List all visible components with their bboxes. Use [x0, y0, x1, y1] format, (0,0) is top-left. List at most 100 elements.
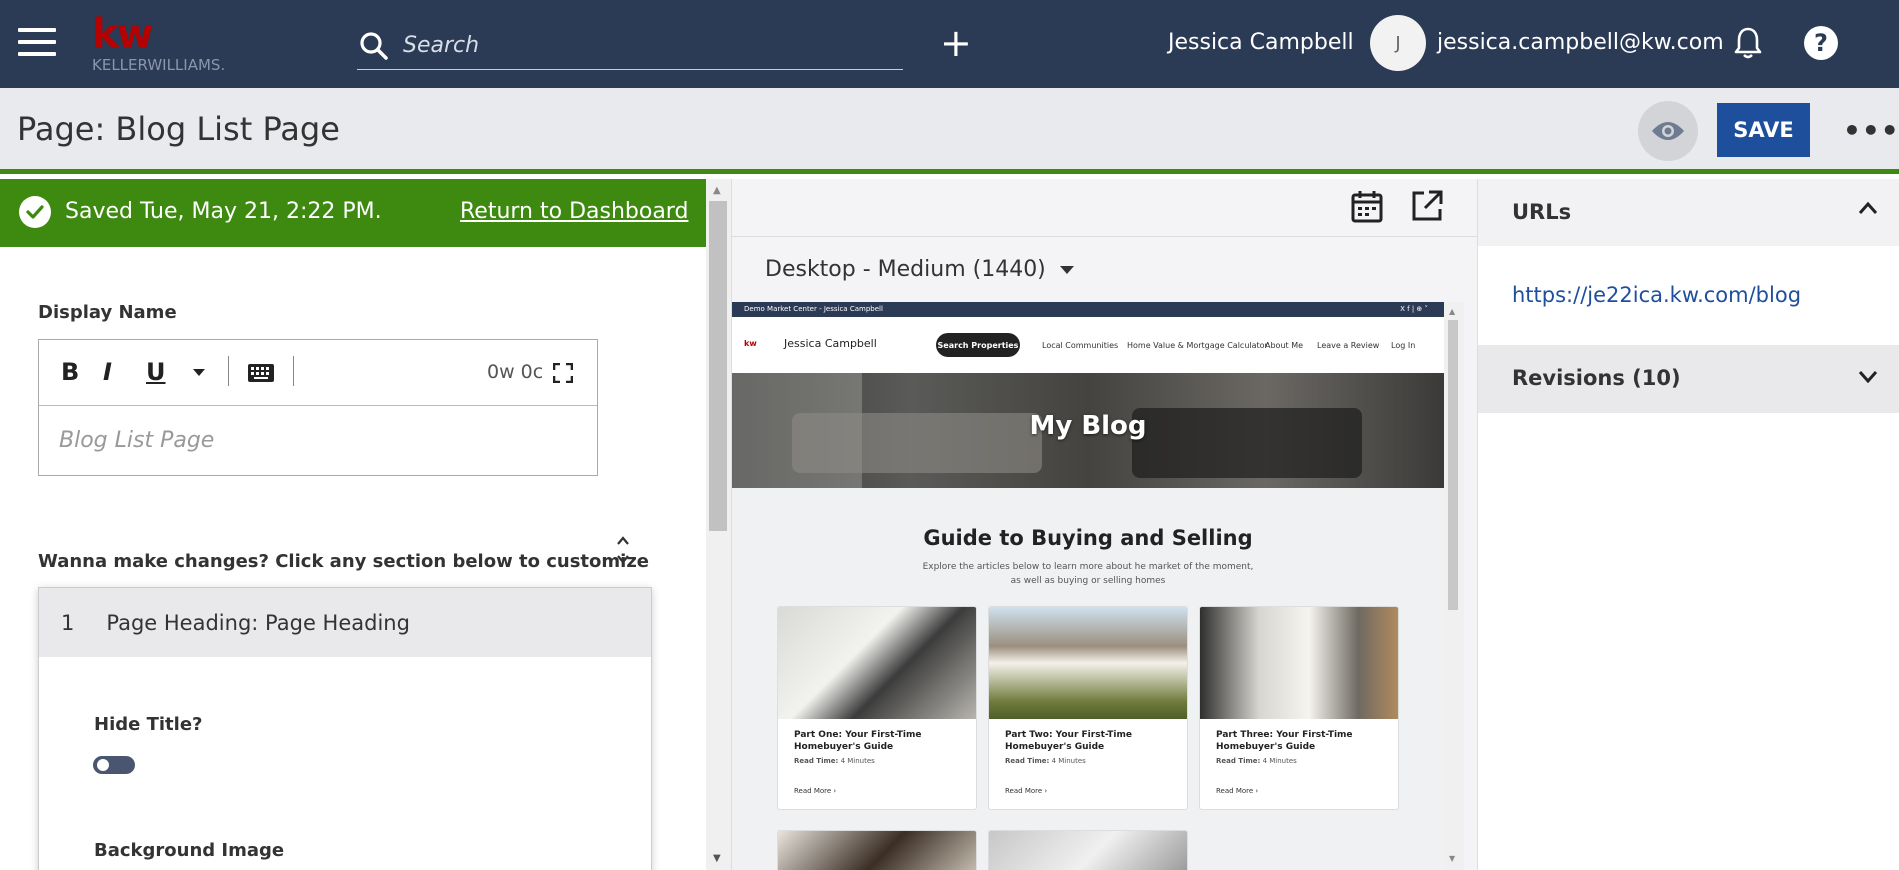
user-email[interactable]: jessica.campbell@kw.com: [1437, 30, 1724, 55]
scrollbar-thumb[interactable]: [1448, 320, 1458, 610]
scroll-up-icon[interactable]: ▲: [713, 185, 721, 196]
blog-card-image: [778, 607, 976, 719]
blog-card-read-more[interactable]: Read More ›: [1216, 787, 1258, 795]
scroll-up-icon[interactable]: ▲: [1449, 307, 1455, 316]
blog-card-read-time: Read Time: 4 Minutes: [778, 753, 976, 765]
preview-nav-link[interactable]: Leave a Review: [1317, 341, 1379, 350]
italic-button[interactable]: I: [103, 358, 112, 386]
viewport-label: Desktop - Medium (1440): [765, 257, 1046, 282]
search-icon: [360, 31, 388, 60]
display-name-editor: B I U 0w 0c Blog List Page: [38, 339, 598, 476]
preview-strip-text: Demo Market Center - Jessica Campbell: [744, 305, 883, 313]
preview-guide-title: Guide to Buying and Selling: [923, 526, 1253, 550]
blog-card[interactable]: Part One: Your First-Time Homebuyer's Gu…: [777, 606, 977, 810]
top-navbar: kw KELLERWILLIAMS. + Jessica Campbell J …: [0, 0, 1899, 88]
preview-logo: kw: [744, 339, 757, 348]
hamburger-menu-icon[interactable]: [18, 28, 56, 58]
bell-icon[interactable]: [1733, 26, 1763, 60]
preview-nav-link[interactable]: Home Value & Mortgage Calculator: [1127, 341, 1268, 350]
preview-top-strip: Demo Market Center - Jessica Campbell X …: [732, 302, 1444, 317]
toolbar-divider: [228, 356, 229, 386]
hide-title-toggle[interactable]: [93, 756, 135, 774]
preview-guide-description: Explore the articles below to learn more…: [922, 562, 1254, 586]
scroll-down-icon[interactable]: ▼: [1449, 854, 1455, 863]
chevron-down-icon: [1858, 371, 1878, 383]
urls-label: URLs: [1512, 200, 1572, 224]
search-bar[interactable]: [357, 22, 903, 70]
revisions-label: Revisions (10): [1512, 366, 1681, 390]
background-image-label: Background Image: [94, 840, 285, 861]
read-time-value: 4 Minutes: [1262, 757, 1297, 765]
scrollbar-thumb[interactable]: [709, 201, 727, 531]
preview-hero-title: My Blog: [1029, 411, 1147, 441]
section-name: Page Heading: Page Heading: [106, 610, 410, 635]
fullscreen-icon[interactable]: [553, 363, 573, 383]
display-name-label: Display Name: [38, 302, 177, 323]
blog-card-read-time: Read Time: 4 Minutes: [1200, 753, 1398, 765]
save-button[interactable]: SAVE: [1717, 103, 1810, 157]
right-info-panel: URLs https://je22ica.kw.com/blog Revisio…: [1477, 179, 1899, 870]
return-to-dashboard-link[interactable]: Return to Dashboard: [460, 199, 688, 224]
preview-nav-link[interactable]: Local Communities: [1042, 341, 1118, 350]
search-input[interactable]: [403, 33, 863, 58]
read-time-label: Read Time:: [1216, 757, 1261, 765]
preview-nav-link[interactable]: About Me: [1265, 341, 1303, 350]
urls-accordion-header[interactable]: URLs: [1478, 179, 1899, 246]
blog-card[interactable]: Part Three: Your First-Time Homebuyer's …: [1199, 606, 1399, 810]
preview-nav-link[interactable]: Log In: [1391, 341, 1415, 350]
blog-card-image: [989, 607, 1187, 719]
chevron-up-icon: [1858, 201, 1878, 214]
preview-hero: My Blog: [732, 373, 1444, 488]
display-name-input[interactable]: Blog List Page: [39, 406, 597, 475]
page-url-link[interactable]: https://je22ica.kw.com/blog: [1512, 283, 1801, 307]
toolbar-divider: [293, 356, 294, 386]
revisions-accordion-header[interactable]: Revisions (10): [1478, 345, 1899, 413]
blog-card-read-time: Read Time: 4 Minutes: [989, 753, 1187, 765]
read-time-label: Read Time:: [794, 757, 839, 765]
preview-search-properties-button[interactable]: Search Properties: [936, 333, 1020, 357]
add-button[interactable]: +: [940, 24, 972, 62]
chevron-down-icon[interactable]: [192, 368, 206, 378]
preview-toolbar: [732, 179, 1478, 237]
open-external-icon[interactable]: [1410, 189, 1444, 223]
saved-status-text: Saved Tue, May 21, 2:22 PM.: [65, 199, 382, 224]
blog-card-read-more[interactable]: Read More ›: [794, 787, 836, 795]
blog-card[interactable]: [988, 830, 1188, 870]
chevron-down-icon: [1059, 266, 1074, 274]
hide-title-label: Hide Title?: [94, 714, 203, 735]
keyboard-icon[interactable]: [247, 362, 275, 384]
preview-social-icons: X f | ⊕ ˅: [1400, 305, 1428, 313]
avatar[interactable]: J: [1370, 15, 1426, 71]
kw-logo[interactable]: kw KELLERWILLIAMS.: [92, 14, 225, 74]
blog-card[interactable]: Part Two: Your First-Time Homebuyer's Gu…: [988, 606, 1188, 810]
read-time-label: Read Time:: [1005, 757, 1050, 765]
section-card: 1 Page Heading: Page Heading Hide Title?…: [38, 587, 652, 870]
preview-scrollbar[interactable]: ▲ ▼: [1444, 302, 1464, 870]
left-scrollbar[interactable]: ▲ ▼: [706, 179, 731, 870]
toggle-knob: [97, 759, 109, 771]
preview-button[interactable]: [1638, 101, 1698, 161]
read-time-value: 4 Minutes: [1051, 757, 1086, 765]
section-header[interactable]: 1 Page Heading: Page Heading: [39, 588, 651, 657]
preview-site-nav: kw Jessica Campbell Search Properties Lo…: [732, 317, 1444, 373]
more-options-icon[interactable]: •••: [1843, 114, 1899, 147]
sort-arrows-icon[interactable]: [616, 535, 630, 565]
underline-button[interactable]: U: [146, 358, 166, 386]
blog-card-image: [1200, 607, 1398, 719]
blog-card-title: Part One: Your First-Time Homebuyer's Gu…: [794, 730, 922, 752]
eye-icon: [1652, 122, 1684, 140]
scroll-down-icon[interactable]: ▼: [713, 853, 721, 864]
viewport-dropdown[interactable]: Desktop - Medium (1440): [765, 257, 1074, 282]
saved-banner: Saved Tue, May 21, 2:22 PM. Return to Da…: [0, 179, 706, 247]
calendar-icon[interactable]: [1350, 189, 1384, 225]
page-title: Page: Blog List Page: [17, 110, 340, 148]
user-name: Jessica Campbell: [1168, 30, 1354, 55]
help-icon[interactable]: ?: [1804, 26, 1838, 60]
bold-button[interactable]: B: [61, 358, 79, 386]
left-editor-panel: Saved Tue, May 21, 2:22 PM. Return to Da…: [0, 179, 706, 870]
blog-card-read-more[interactable]: Read More ›: [1005, 787, 1047, 795]
site-preview-frame[interactable]: Demo Market Center - Jessica Campbell X …: [732, 302, 1444, 870]
blog-card[interactable]: [777, 830, 977, 870]
blog-card-title: Part Three: Your First-Time Homebuyer's …: [1216, 730, 1353, 752]
preview-site-name: Jessica Campbell: [784, 337, 877, 350]
